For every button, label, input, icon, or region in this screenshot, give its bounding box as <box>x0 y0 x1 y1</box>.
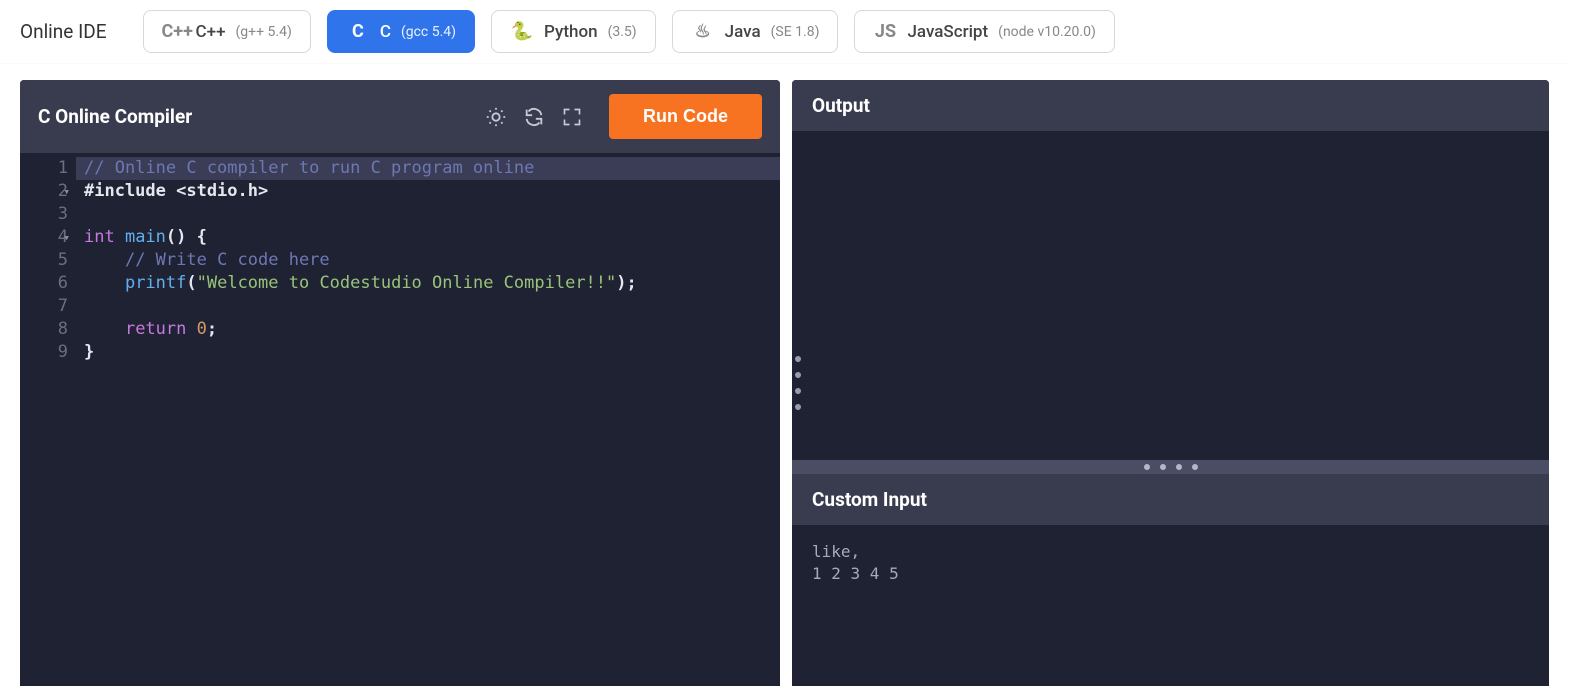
right-pane: Output Custom Input <box>792 80 1549 686</box>
cpp-icon: C++ <box>162 21 186 42</box>
workspace: C Online Compiler Run <box>0 64 1569 686</box>
code-line[interactable] <box>76 203 780 226</box>
line-number: 2 <box>26 180 68 203</box>
editor-pane: C Online Compiler Run <box>20 80 780 686</box>
lang-tab-python[interactable]: 🐍 Python (3.5) <box>491 10 656 53</box>
line-number: 8 <box>26 318 68 341</box>
code-line[interactable]: printf("Welcome to Codestudio Online Com… <box>76 272 780 295</box>
line-gutter: 123456789 <box>20 153 76 686</box>
javascript-icon: JS <box>873 21 897 42</box>
run-button[interactable]: Run Code <box>609 94 762 139</box>
horizontal-resize-handle[interactable] <box>792 460 1549 474</box>
lang-name: JavaScript <box>907 22 988 42</box>
lang-version: (3.5) <box>608 24 637 40</box>
line-number: 7 <box>26 295 68 318</box>
line-number: 3 <box>26 203 68 226</box>
lang-name: Java <box>725 22 761 42</box>
line-number: 1 <box>26 157 68 180</box>
output-title: Output <box>792 80 1549 131</box>
language-tabs: C++ C++ (g++ 5.4) CC (gcc 5.4) 🐍 Python (3.5) ♨ J… <box>143 10 1115 53</box>
output-body <box>792 131 1549 460</box>
editor-header: C Online Compiler Run <box>20 80 780 153</box>
java-icon: ♨ <box>691 21 715 42</box>
lang-version: (gcc 5.4) <box>401 24 456 40</box>
code-line[interactable]: // Online C compiler to run C program on… <box>76 157 780 180</box>
code-line[interactable]: #include <stdio.h> <box>76 180 780 203</box>
line-number: 5 <box>26 249 68 272</box>
code-editor[interactable]: 123456789 // Online C compiler to run C … <box>20 153 780 686</box>
python-icon: 🐍 <box>510 21 534 42</box>
vertical-resize-handle[interactable] <box>792 80 804 686</box>
output-panel: Output <box>792 80 1549 460</box>
lang-tab-cpp[interactable]: C++ C++ (g++ 5.4) <box>143 10 311 53</box>
reset-icon[interactable] <box>521 104 547 130</box>
lang-version: (SE 1.8) <box>771 24 820 40</box>
code-line[interactable]: } <box>76 341 780 364</box>
code-line[interactable]: int main() { <box>76 226 780 249</box>
lang-tab-javascript[interactable]: JS JavaScript (node v10.20.0) <box>854 10 1114 53</box>
theme-icon[interactable] <box>483 104 509 130</box>
line-number: 6 <box>26 272 68 295</box>
line-number: 9 <box>26 341 68 364</box>
code-line[interactable]: // Write C code here <box>76 249 780 272</box>
fullscreen-icon[interactable] <box>559 104 585 130</box>
lang-version: (node v10.20.0) <box>998 24 1096 40</box>
lang-name: C++ <box>196 22 226 42</box>
editor-title: C Online Compiler <box>38 105 471 128</box>
lang-name: C <box>380 22 391 42</box>
custom-input-title: Custom Input <box>792 474 1549 525</box>
lang-tab-c[interactable]: CC (gcc 5.4) <box>327 10 475 53</box>
site-title: Online IDE <box>20 20 107 43</box>
c-icon: C <box>346 21 370 42</box>
custom-input-field[interactable] <box>792 525 1549 686</box>
code-line[interactable] <box>76 295 780 318</box>
line-number: 4 <box>26 226 68 249</box>
custom-input-panel: Custom Input <box>792 474 1549 686</box>
lang-version: (g++ 5.4) <box>236 24 292 40</box>
lang-name: Python <box>544 22 598 42</box>
top-header: Online IDE C++ C++ (g++ 5.4) CC (gcc 5.4) 🐍 Py… <box>0 0 1569 64</box>
code-line[interactable]: return 0; <box>76 318 780 341</box>
code-lines[interactable]: // Online C compiler to run C program on… <box>76 153 780 686</box>
lang-tab-java[interactable]: ♨ Java (SE 1.8) <box>672 10 839 53</box>
